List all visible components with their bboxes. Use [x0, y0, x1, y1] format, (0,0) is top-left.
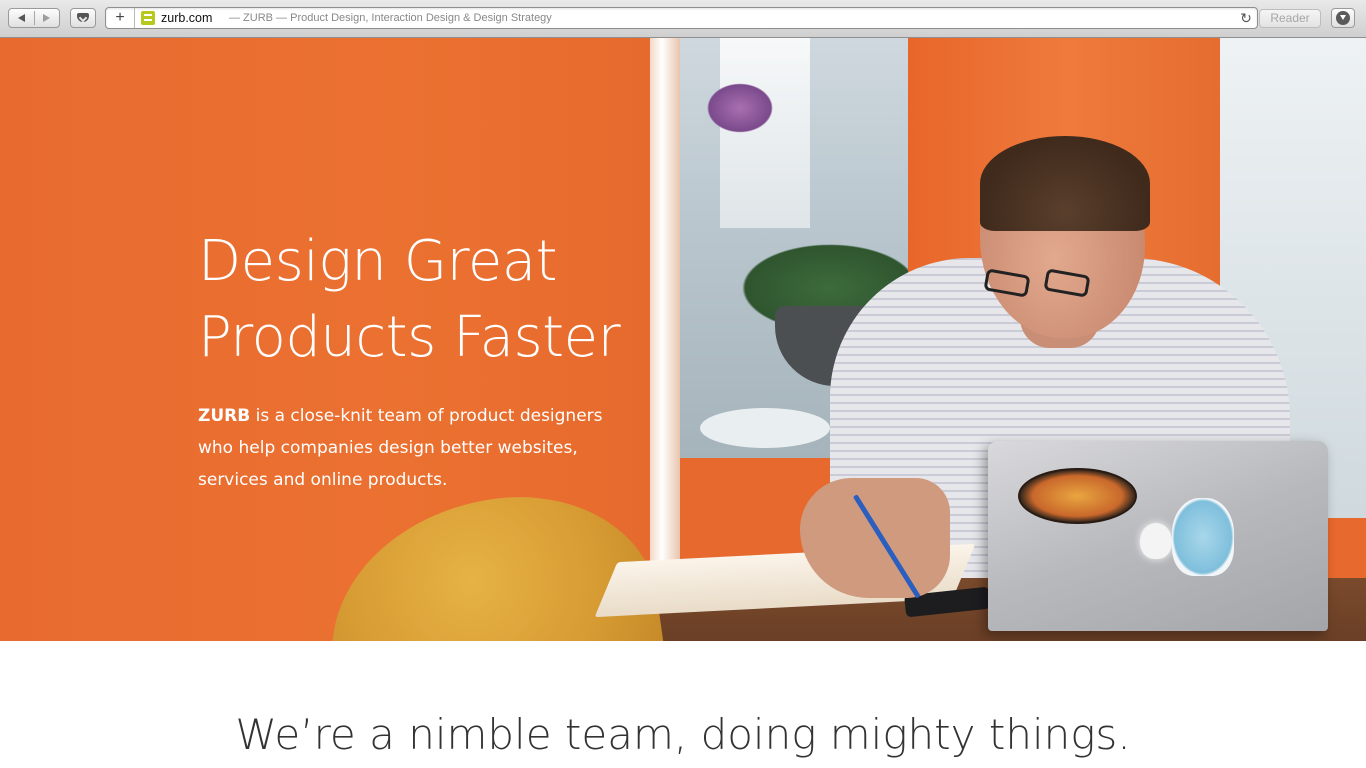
history-nav-buttons — [8, 8, 60, 28]
glasses-lens-right — [1043, 268, 1091, 298]
page-title-text: — ZURB — Product Design, Interaction Des… — [229, 12, 552, 24]
person-hair — [980, 136, 1150, 231]
nav-divider — [34, 11, 35, 25]
back-arrow-icon[interactable] — [18, 14, 25, 22]
brand-name: ZURB — [198, 406, 251, 426]
orchid-flowers — [700, 78, 780, 138]
pocket-icon — [77, 13, 89, 22]
hero-headline: Design Great Products Faster — [198, 224, 621, 376]
hero-headline-line-2: Products Faster — [198, 305, 621, 370]
zurb-favicon-icon — [141, 11, 155, 25]
reload-icon[interactable]: ↻ — [1239, 11, 1253, 25]
glasses-lens-left — [983, 268, 1031, 298]
address-bar[interactable]: + zurb.com — ZURB — Product Design, Inte… — [105, 7, 1258, 29]
reading-list-button[interactable] — [70, 8, 96, 28]
downloads-button[interactable] — [1331, 8, 1355, 28]
hero-description-text: is a close-knit team of product designer… — [198, 406, 603, 490]
side-table — [700, 408, 830, 448]
section-tagline: We’re a nimble team, doing mighty things… — [235, 710, 1131, 759]
add-tab-button[interactable]: + — [106, 8, 135, 28]
hero-headline-line-1: Design Great — [198, 229, 558, 294]
hero-description: ZURB is a close-knit team of product des… — [198, 400, 628, 496]
window-frame — [650, 38, 680, 641]
apple-logo-icon — [1140, 523, 1172, 559]
reader-button[interactable]: Reader — [1259, 9, 1321, 28]
hero-section: Design Great Products Faster ZURB is a c… — [0, 38, 1366, 641]
forward-arrow-icon[interactable] — [43, 14, 50, 22]
browser-toolbar: + zurb.com — ZURB — Product Design, Inte… — [0, 0, 1366, 38]
glasses — [983, 266, 1115, 298]
yeti-sticker — [1172, 498, 1234, 576]
person-arm — [800, 478, 950, 598]
url-text[interactable]: zurb.com — [161, 11, 212, 25]
laptop-sticker — [1018, 468, 1137, 524]
download-icon — [1336, 11, 1350, 25]
